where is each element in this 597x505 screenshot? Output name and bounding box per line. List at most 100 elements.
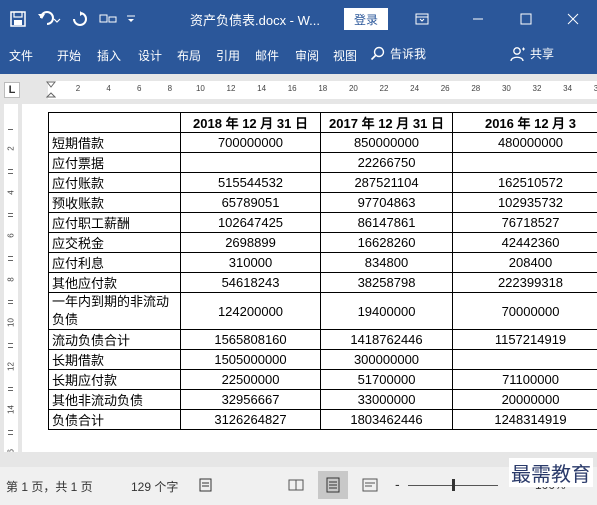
value-cell[interactable]: 19400000 <box>320 292 453 330</box>
table-row: 其他应付款 54618243 38258798 222399318 <box>48 272 597 293</box>
value-cell[interactable]: 86147861 <box>320 212 453 233</box>
value-cell[interactable] <box>452 152 597 173</box>
value-cell[interactable]: 97704863 <box>320 192 453 213</box>
value-cell[interactable]: 51700000 <box>320 369 453 390</box>
value-cell[interactable]: 850000000 <box>320 132 453 153</box>
value-cell[interactable]: 3126264827 <box>180 409 321 430</box>
value-cell[interactable]: 300000000 <box>320 349 453 370</box>
value-cell[interactable]: 2698899 <box>180 232 321 253</box>
column-header[interactable]: 2017 年 12 月 31 日 <box>320 112 453 133</box>
column-header[interactable]: 2016 年 12 月 3 <box>452 112 597 133</box>
row-label-cell[interactable]: 短期借款 <box>48 132 181 153</box>
value-cell[interactable]: 1803462446 <box>320 409 453 430</box>
indent-marker-icon[interactable] <box>46 81 56 99</box>
value-cell[interactable]: 42442360 <box>452 232 597 253</box>
customize-qat-icon[interactable] <box>98 9 118 29</box>
value-cell[interactable]: 1418762446 <box>320 329 453 350</box>
proofing-icon[interactable] <box>198 477 214 496</box>
row-label-cell[interactable]: 其他应付款 <box>48 272 181 293</box>
word-count[interactable]: 129 个字 <box>131 478 178 495</box>
save-icon[interactable] <box>8 9 28 29</box>
value-cell[interactable]: 208400 <box>452 252 597 273</box>
tell-me-search[interactable]: 告诉我 <box>370 45 426 62</box>
search-icon <box>370 46 385 60</box>
close-icon[interactable] <box>563 9 583 29</box>
minimize-icon[interactable] <box>468 9 488 29</box>
ribbon-display-options-icon[interactable] <box>412 9 432 29</box>
value-cell[interactable]: 22500000 <box>180 369 321 390</box>
qat-dropdown-icon[interactable] <box>124 9 138 29</box>
page-count[interactable]: 第 1 页，共 1 页 <box>6 478 93 495</box>
value-cell[interactable]: 700000000 <box>180 132 321 153</box>
tell-me-label: 告诉我 <box>390 47 427 61</box>
value-cell[interactable]: 834800 <box>320 252 453 273</box>
row-label-cell[interactable]: 其他非流动负债 <box>48 389 181 410</box>
value-cell[interactable]: 480000000 <box>452 132 597 153</box>
value-cell[interactable]: 1248314919 <box>452 409 597 430</box>
value-cell[interactable]: 32956667 <box>180 389 321 410</box>
value-cell[interactable]: 102935732 <box>452 192 597 213</box>
value-cell[interactable]: 222399318 <box>452 272 597 293</box>
tab-selector[interactable]: L <box>4 82 20 98</box>
row-label-cell[interactable]: 应付票据 <box>48 152 181 173</box>
value-cell[interactable] <box>452 349 597 370</box>
share-button[interactable]: 共享 <box>510 45 554 62</box>
tab-review[interactable]: 审阅 <box>295 47 319 64</box>
row-label-cell[interactable]: 流动负债合计 <box>48 329 181 350</box>
value-cell[interactable]: 124200000 <box>180 292 321 330</box>
ruler-tick: 8 <box>167 84 173 93</box>
value-cell[interactable]: 16628260 <box>320 232 453 253</box>
table-row: 应付账款 515544532 287521104 162510572 <box>48 172 597 193</box>
row-label-cell[interactable]: 应交税金 <box>48 232 181 253</box>
row-label-cell[interactable]: 应付职工薪酬 <box>48 212 181 233</box>
value-cell[interactable]: 515544532 <box>180 172 321 193</box>
value-cell[interactable]: 1157214919 <box>452 329 597 350</box>
read-mode-icon[interactable] <box>288 477 304 496</box>
value-cell[interactable]: 287521104 <box>320 172 453 193</box>
zoom-out-button[interactable]: - <box>395 476 400 492</box>
column-header[interactable] <box>48 112 181 133</box>
value-cell[interactable]: 1565808160 <box>180 329 321 350</box>
tab-references[interactable]: 引用 <box>216 47 240 64</box>
value-cell[interactable]: 162510572 <box>452 172 597 193</box>
tab-insert[interactable]: 插入 <box>97 47 121 64</box>
row-label-cell[interactable]: 一年内到期的非流动负债 <box>48 292 181 330</box>
print-layout-icon[interactable] <box>318 471 348 499</box>
value-cell[interactable]: 38258798 <box>320 272 453 293</box>
value-cell[interactable]: 102647425 <box>180 212 321 233</box>
row-label-cell[interactable]: 长期借款 <box>48 349 181 370</box>
balance-sheet-table[interactable]: 2018 年 12 月 31 日 2017 年 12 月 31 日 2016 年 1… <box>48 112 597 430</box>
value-cell[interactable] <box>180 152 321 173</box>
value-cell[interactable]: 76718527 <box>452 212 597 233</box>
value-cell[interactable]: 70000000 <box>452 292 597 330</box>
value-cell[interactable]: 310000 <box>180 252 321 273</box>
row-label-cell[interactable]: 应付利息 <box>48 252 181 273</box>
value-cell[interactable]: 20000000 <box>452 389 597 410</box>
tab-design[interactable]: 设计 <box>138 47 162 64</box>
row-label-cell[interactable]: 负债合计 <box>48 409 181 430</box>
undo-icon[interactable] <box>36 9 62 29</box>
zoom-slider-thumb[interactable] <box>452 479 455 491</box>
tab-file[interactable]: 文件 <box>9 47 33 64</box>
value-cell[interactable]: 1505000000 <box>180 349 321 370</box>
value-cell[interactable]: 54618243 <box>180 272 321 293</box>
horizontal-ruler[interactable]: 24681012141618202224262830323436 <box>46 81 597 99</box>
row-label-cell[interactable]: 应付账款 <box>48 172 181 193</box>
value-cell[interactable]: 33000000 <box>320 389 453 410</box>
value-cell[interactable]: 65789051 <box>180 192 321 213</box>
tab-mailings[interactable]: 邮件 <box>255 47 279 64</box>
column-header[interactable]: 2018 年 12 月 31 日 <box>180 112 321 133</box>
redo-icon[interactable] <box>70 9 90 29</box>
vertical-ruler[interactable]: 246810121416 <box>0 104 22 475</box>
value-cell[interactable]: 22266750 <box>320 152 453 173</box>
maximize-icon[interactable] <box>516 9 536 29</box>
value-cell[interactable]: 71100000 <box>452 369 597 390</box>
tab-layout[interactable]: 布局 <box>177 47 201 64</box>
web-layout-icon[interactable] <box>362 477 378 496</box>
document-page[interactable]: 2018 年 12 月 31 日 2017 年 12 月 31 日 2016 年 1… <box>22 104 597 452</box>
tab-view[interactable]: 视图 <box>333 47 357 64</box>
row-label-cell[interactable]: 长期应付款 <box>48 369 181 390</box>
tab-home[interactable]: 开始 <box>57 47 81 64</box>
row-label-cell[interactable]: 预收账款 <box>48 192 181 213</box>
login-button[interactable]: 登录 <box>344 8 388 30</box>
